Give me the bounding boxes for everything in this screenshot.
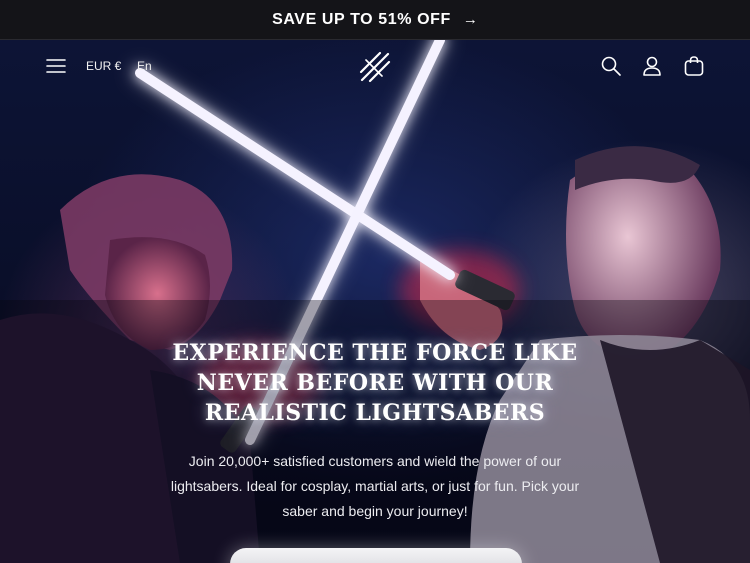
currency-selector[interactable]: EUR €: [86, 59, 121, 73]
arrow-right-icon[interactable]: →: [463, 11, 478, 28]
search-icon[interactable]: [599, 54, 623, 78]
hero-subtext: Join 20,000+ satisfied customers and wie…: [170, 453, 580, 519]
announcement-text[interactable]: SAVE UP TO 51% OFF: [272, 11, 451, 29]
shopping-bag-icon[interactable]: [682, 54, 706, 78]
hero-cta-button[interactable]: [230, 548, 522, 563]
user-icon[interactable]: [640, 54, 664, 78]
site-header: EUR € En: [0, 40, 750, 92]
hero-headline: EXPERIENCE THE FORCE LIKE NEVER BEFORE W…: [172, 340, 578, 426]
crossed-sabers-logo[interactable]: [358, 50, 392, 84]
language-selector[interactable]: En: [137, 59, 152, 73]
hamburger-menu-icon[interactable]: [44, 54, 68, 78]
announcement-bar[interactable]: SAVE UP TO 51% OFF →: [0, 0, 750, 40]
